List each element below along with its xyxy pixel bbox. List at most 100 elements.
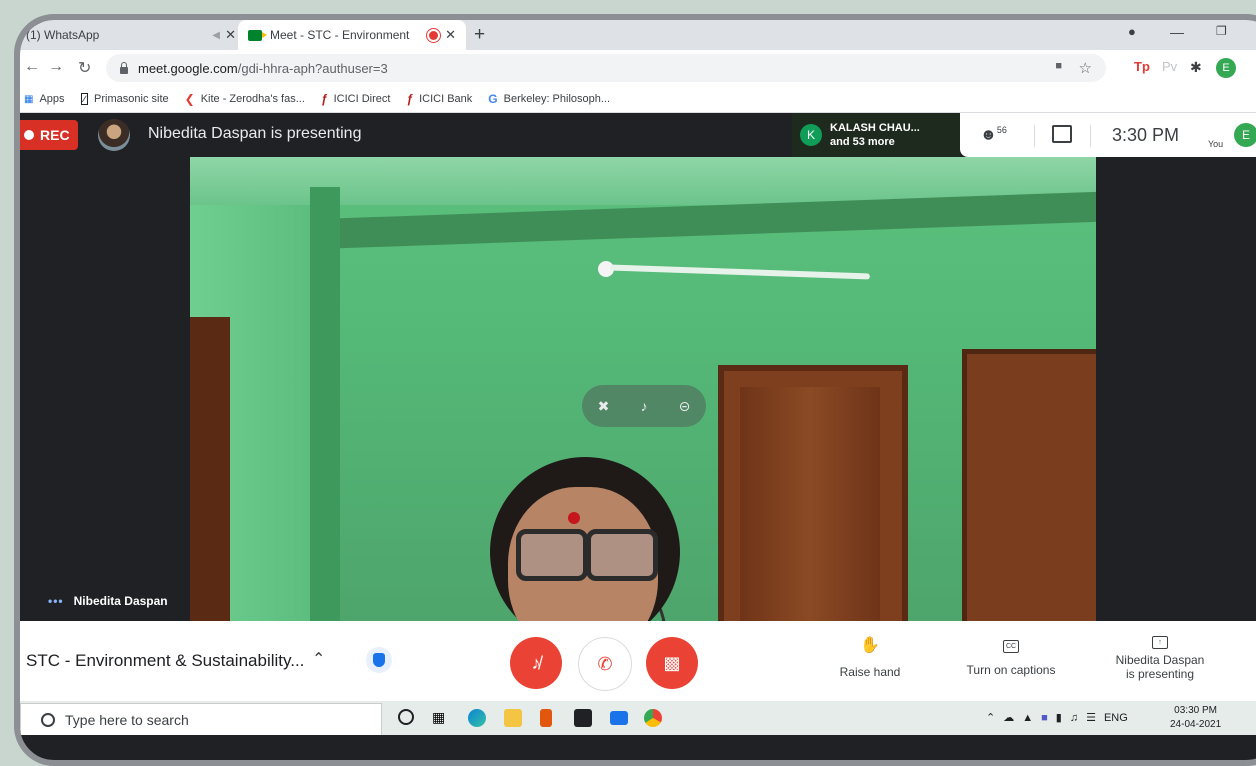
bookmark-berkeley[interactable]: G Berkeley: Philosoph... — [488, 92, 610, 106]
camera-toggle-button[interactable]: ▩ — [646, 637, 698, 689]
presenting-line1: Nibedita Daspan — [1115, 653, 1205, 667]
tab-label: (1) WhatsApp — [26, 28, 100, 42]
pin-icon[interactable]: ✖ — [598, 398, 610, 415]
speaker-avatar: K — [800, 124, 822, 146]
video-door — [962, 349, 1096, 621]
bookmark-label: Apps — [39, 93, 65, 105]
leave-call-button[interactable]: ✆ — [578, 637, 632, 691]
onedrive-icon[interactable]: ☁ — [1003, 711, 1014, 724]
pv-extension-icon[interactable]: Pv — [1162, 59, 1177, 74]
raise-hand-button[interactable]: ✋ Raise hand — [832, 635, 908, 679]
close-icon[interactable]: ✕ — [225, 27, 236, 43]
profile-avatar[interactable]: E — [1216, 58, 1236, 78]
file-explorer-icon[interactable] — [504, 709, 522, 727]
teams-icon[interactable]: ■ — [1041, 712, 1048, 724]
wifi-icon[interactable]: ☰ — [1086, 711, 1096, 724]
meet-top-bar: REC Nibedita Daspan is presenting K KALA… — [20, 113, 1256, 157]
participants-button[interactable]: ☻56 — [980, 125, 1007, 144]
self-avatar[interactable]: E — [1234, 123, 1256, 147]
video-tube-light — [609, 264, 871, 280]
bookmark-primasonic[interactable]: ∕ Primasonic site — [80, 93, 169, 105]
forward-icon[interactable]: → — [48, 58, 64, 76]
tab-strip: (1) WhatsApp ◀ ✕ Meet - STC - Environmen… — [20, 20, 1256, 50]
bookmark-label: Berkeley: Philosoph... — [503, 93, 611, 105]
url-text: meet.google.com/gdi-hhra-aph?authuser=3 — [138, 61, 388, 76]
url-domain: meet.google.com — [138, 60, 238, 76]
people-icon: ☻ — [980, 126, 997, 144]
video-glasses — [516, 529, 658, 581]
microphone-icon[interactable]: ▲ — [1022, 712, 1033, 724]
recording-indicator-icon — [429, 30, 438, 40]
meet-logo-icon — [248, 29, 267, 41]
tab-meet[interactable]: Meet - STC - Environment & ✕ — [238, 20, 466, 50]
present-now-button[interactable]: ↑ Nibedita Daspan is presenting — [1104, 631, 1216, 681]
video-door-panel — [740, 387, 880, 621]
profile-menu-icon[interactable]: ● — [1128, 24, 1136, 39]
meeting-title[interactable]: STC - Environment & Sustainability... — [26, 651, 304, 671]
raise-hand-label: Raise hand — [839, 665, 901, 679]
chevron-up-icon[interactable]: ⌃ — [986, 711, 995, 724]
restore-icon[interactable]: ❐ — [1216, 24, 1227, 38]
host-controls-shield-icon[interactable] — [366, 647, 392, 673]
reload-icon[interactable]: ↻ — [78, 58, 91, 78]
active-speaker-chip[interactable]: K KALASH CHAU... and 53 more — [792, 113, 960, 157]
camera-icon[interactable]: ■ — [1055, 60, 1062, 72]
close-icon[interactable]: ✕ — [445, 27, 456, 43]
clock-time: 03:30 PM — [1174, 705, 1217, 716]
bookmark-label: Kite - Zerodha's fas... — [200, 93, 305, 105]
bookmark-apps[interactable]: ▦ Apps — [24, 93, 65, 105]
device-frame: (1) WhatsApp ◀ ✕ Meet - STC - Environmen… — [14, 14, 1256, 766]
task-view-icon[interactable]: ▦ — [432, 709, 450, 727]
cortana-icon[interactable] — [398, 709, 414, 725]
bookmark-icici-bank[interactable]: ƒ ICICI Bank — [406, 92, 472, 106]
store-icon[interactable] — [574, 709, 592, 727]
search-icon — [41, 713, 55, 727]
minimize-icon[interactable]: — — [1170, 24, 1184, 40]
bookmark-star-icon[interactable]: ☆ — [1079, 59, 1092, 77]
mail-icon[interactable] — [610, 711, 628, 725]
mic-toggle-button[interactable]: ♪̸ — [510, 637, 562, 689]
extensions-puzzle-icon[interactable]: ✱ — [1190, 59, 1202, 76]
language-indicator[interactable]: ENG — [1104, 712, 1128, 724]
taskbar-search[interactable]: Type here to search — [20, 703, 382, 735]
taskbar-clock[interactable]: 03:30 PM 24-04-2021 — [1170, 704, 1221, 732]
bookmark-label: Primasonic site — [94, 93, 169, 105]
chat-icon[interactable] — [1052, 125, 1072, 143]
video-left-door — [190, 317, 230, 621]
speaker-more: and 53 more — [830, 136, 895, 148]
captions-icon: CC — [1003, 640, 1019, 653]
navigation-bar: ← → ↻ meet.google.com/gdi-hhra-aph?authu… — [20, 50, 1256, 86]
presenting-text: Nibedita Daspan is presenting — [148, 125, 362, 142]
primasonic-icon: ∕ — [80, 93, 89, 105]
chevron-up-icon[interactable]: ⌃ — [312, 649, 325, 669]
edge-icon[interactable] — [468, 709, 486, 727]
chrome-icon[interactable] — [644, 709, 662, 727]
captions-label: Turn on captions — [966, 663, 1056, 677]
tile-name-label: ••• Nibedita Daspan — [20, 589, 168, 613]
speaker-icon: ◀ — [212, 29, 220, 41]
bookmark-kite[interactable]: ❮ Kite - Zerodha's fas... — [185, 92, 305, 106]
battery-icon[interactable]: ▮ — [1056, 711, 1062, 724]
bookmark-icici-direct[interactable]: ƒ ICICI Direct — [321, 92, 391, 106]
tile-hover-controls: ✖ ♪ ⊝ — [582, 385, 706, 427]
clock-date: 24-04-2021 — [1170, 719, 1222, 730]
back-icon[interactable]: ← — [24, 58, 40, 76]
tab-whatsapp[interactable]: (1) WhatsApp ◀ ✕ — [20, 20, 246, 50]
address-bar[interactable]: meet.google.com/gdi-hhra-aph?authuser=3 … — [106, 54, 1106, 82]
bookmark-label: ICICI Bank — [419, 93, 473, 105]
volume-icon[interactable]: ♫ — [1070, 712, 1078, 724]
remove-icon[interactable]: ⊝ — [679, 398, 691, 415]
participant-count: 56 — [996, 125, 1007, 135]
icici-icon: ƒ — [320, 92, 328, 106]
office-icon[interactable] — [540, 709, 552, 727]
meet-control-bar: STC - Environment & Sustainability... ⌃ … — [20, 621, 1256, 701]
mic-icon[interactable]: ♪ — [640, 398, 647, 414]
new-tab-button[interactable]: + — [474, 24, 485, 46]
kite-icon: ❮ — [184, 92, 195, 106]
captions-button[interactable]: CC Turn on captions — [958, 635, 1064, 677]
more-options-icon[interactable]: ⋮ — [1252, 647, 1256, 667]
video-stage: ✖ ♪ ⊝ ••• Nibedita Daspan — [20, 157, 1256, 621]
presenting-line2: is presenting — [1125, 667, 1195, 681]
tile-name: Nibedita Daspan — [73, 594, 168, 608]
tp-extension-icon[interactable]: Tp — [1134, 59, 1150, 74]
